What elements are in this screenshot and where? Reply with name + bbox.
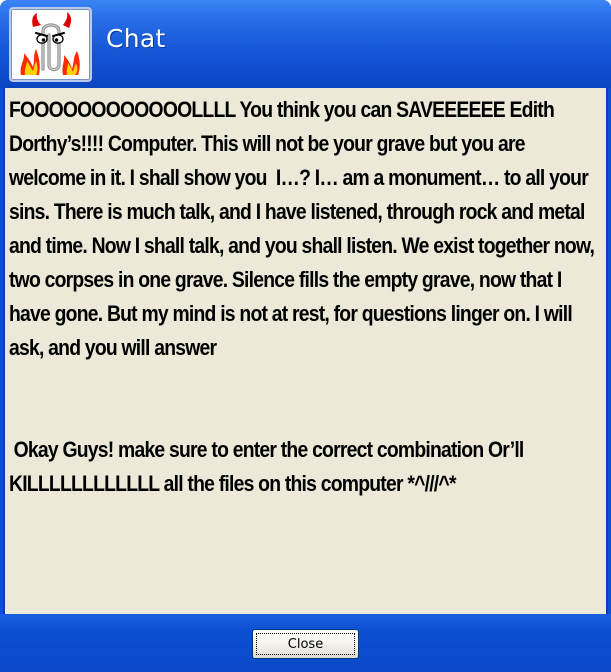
message-paragraph: Okay Guys! make sure to enter the correc… xyxy=(9,437,529,496)
message-paragraph: FOOOOOOOOOOOOLLLL You think you can SAVE… xyxy=(9,97,599,360)
paperclip-devil-icon xyxy=(20,12,80,75)
close-button-label: Close xyxy=(287,636,324,652)
chat-window: Chat FOOOOOOOOOOOOLLLL You think you can… xyxy=(0,0,611,672)
avatar xyxy=(9,7,92,82)
dialog-footer: Close xyxy=(0,614,611,672)
title-bar[interactable]: Chat xyxy=(0,0,611,88)
window-title: Chat xyxy=(106,24,166,53)
message-area: FOOOOOOOOOOOOLLLL You think you can SAVE… xyxy=(3,88,608,614)
close-button[interactable]: Close xyxy=(252,629,359,659)
message-text: FOOOOOOOOOOOOLLLL You think you can SAVE… xyxy=(9,93,601,501)
